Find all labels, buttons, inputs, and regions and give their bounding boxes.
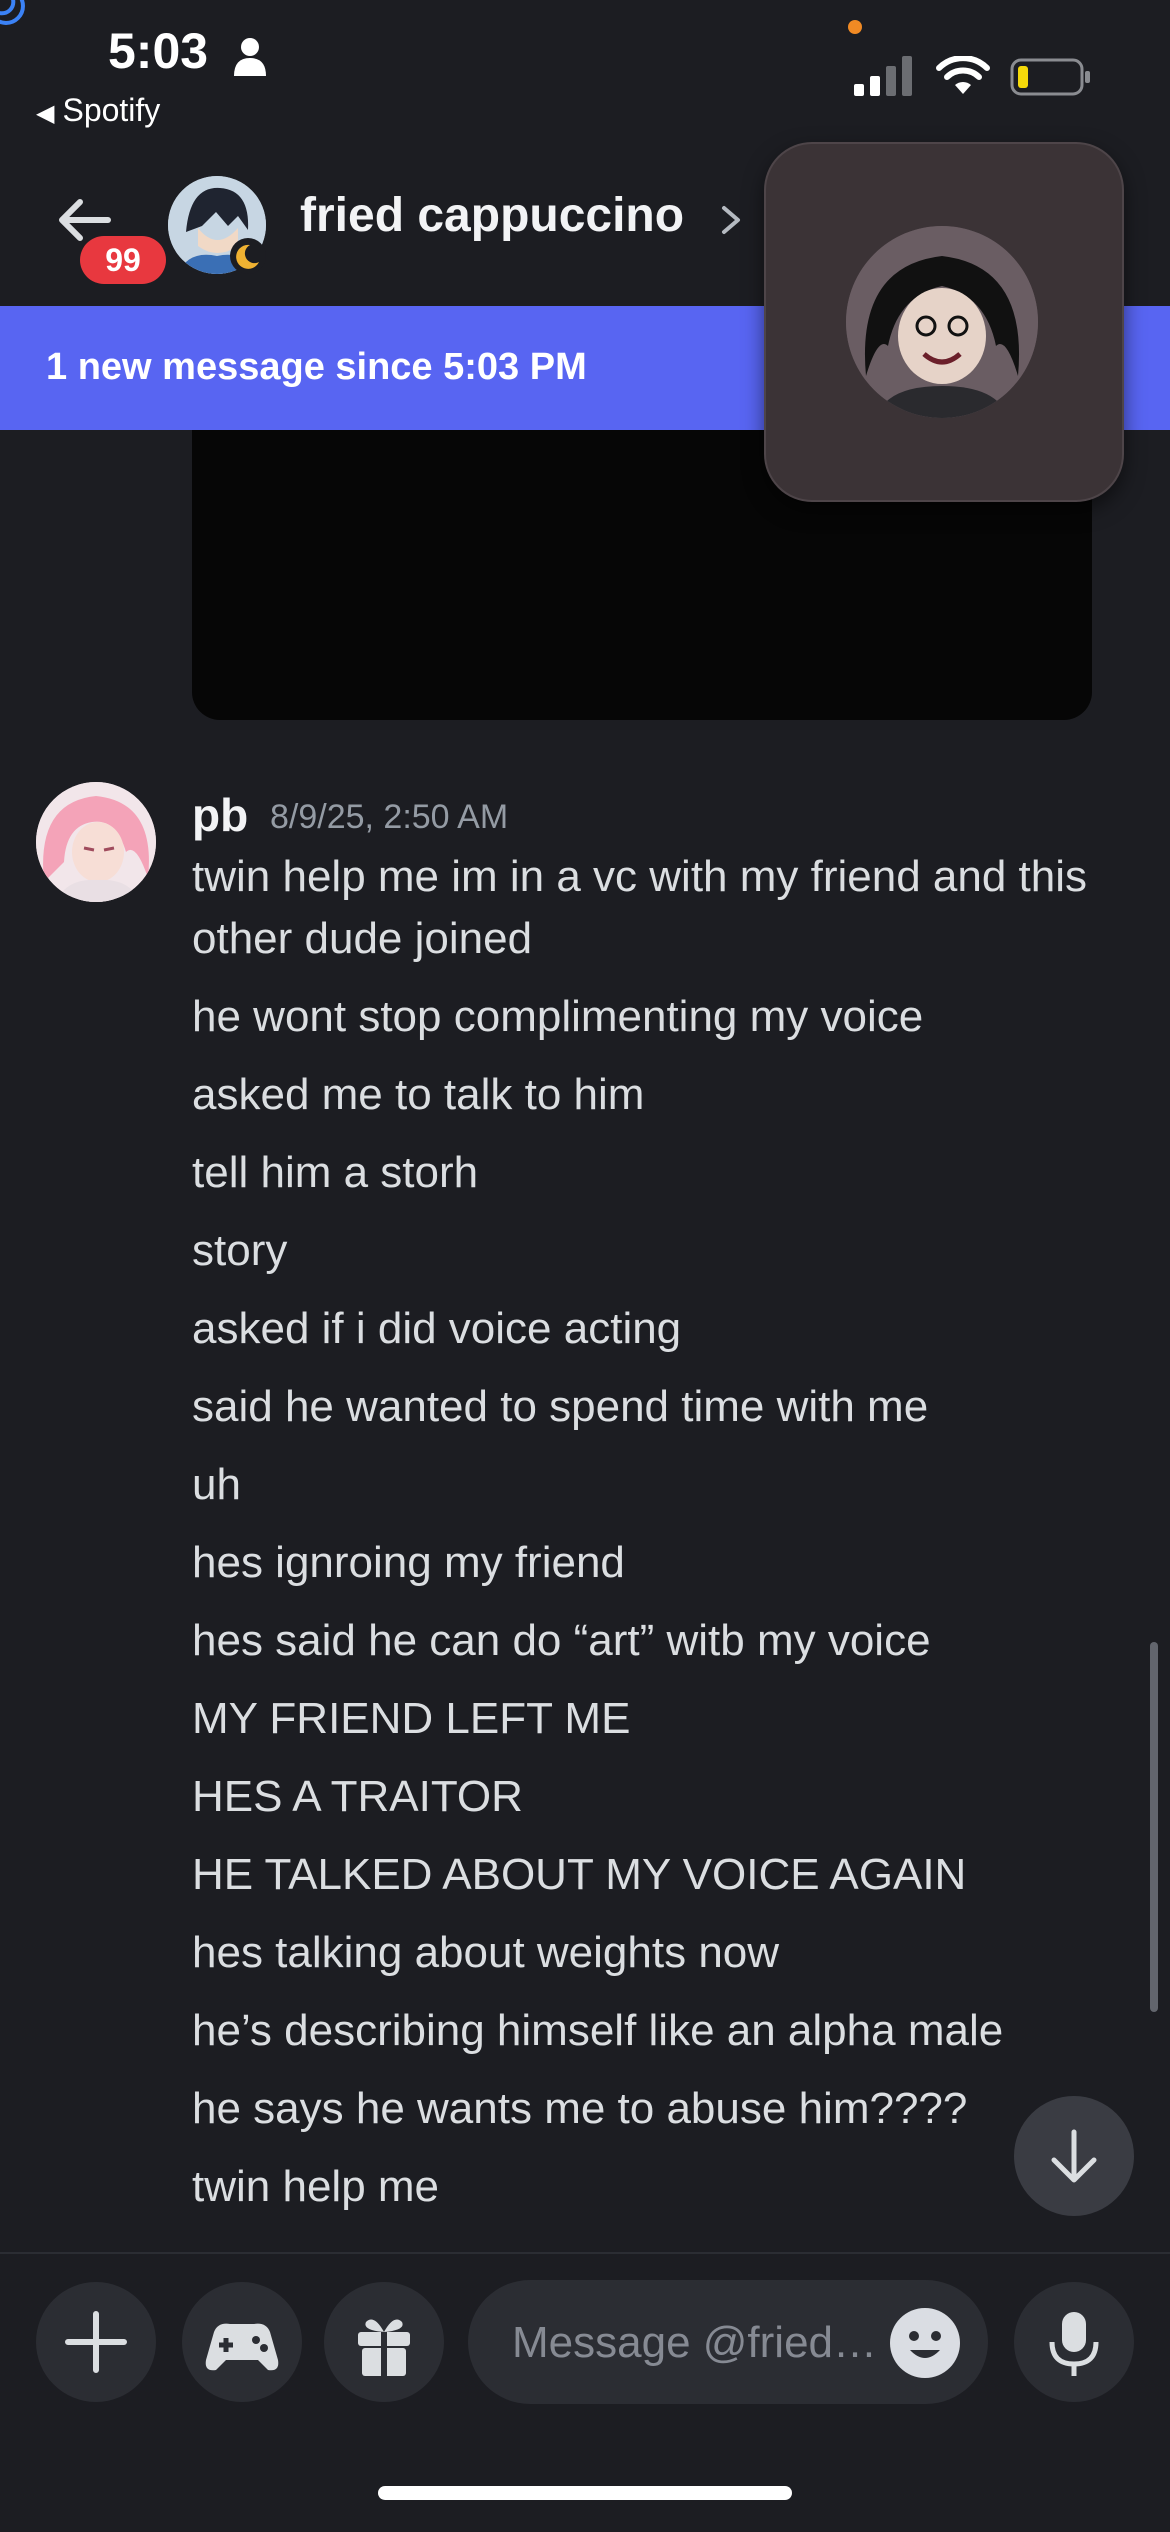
pip-avatar-illustration	[846, 226, 1038, 418]
plus-icon	[65, 2311, 127, 2373]
message-line: he says he wants me to abuse him????	[192, 2084, 968, 2133]
author-avatar[interactable]	[36, 782, 156, 902]
message-line: twin help me	[192, 2162, 440, 2211]
emoji-button[interactable]	[890, 2308, 960, 2378]
emoji-icon	[909, 2331, 941, 2358]
status-time: 5:03	[108, 23, 209, 79]
message-line: hes said he can do “art” witb my voice	[192, 1616, 931, 1665]
gift-icon	[358, 2319, 410, 2376]
chevron-right-icon[interactable]	[716, 200, 746, 240]
scrollbar[interactable]	[1150, 1642, 1158, 2012]
back-triangle-icon: ◀	[36, 100, 55, 127]
audio-wave-icon	[0, 0, 25, 25]
arrow-down-icon	[1051, 2129, 1097, 2183]
message-line: tell him a storh	[192, 1148, 479, 1197]
add-attachment-button[interactable]	[36, 2282, 156, 2402]
gamepad-icon	[205, 2323, 279, 2371]
message-line: he wont stop complimenting my voice	[192, 992, 924, 1041]
message-line: hes ignroing my friend	[192, 1538, 625, 1587]
signal-icon	[854, 56, 912, 96]
person-icon	[234, 38, 266, 76]
composer-divider	[0, 2252, 1170, 2254]
gift-button[interactable]	[324, 2282, 444, 2402]
unread-badge: 99	[80, 236, 166, 284]
activities-button[interactable]	[182, 2282, 302, 2402]
message-input-placeholder: Message @fried…	[512, 2318, 878, 2367]
message-line: uh	[192, 1460, 241, 1509]
new-messages-text: 1 new message since 5:03 PM	[46, 346, 587, 388]
voice-message-button[interactable]	[1014, 2282, 1134, 2402]
message-line: HE TALKED ABOUT MY VOICE AGAIN	[192, 1850, 967, 1899]
message-line: hes talking about weights now	[192, 1928, 780, 1977]
home-indicator[interactable]	[378, 2486, 792, 2500]
moon-icon	[230, 238, 266, 274]
battery-icon	[1010, 58, 1090, 96]
message-line: twin help me im in a vc with my friend a…	[192, 852, 1088, 901]
message-line: MY FRIEND LEFT ME	[192, 1694, 631, 1743]
privacy-indicator-dot	[848, 20, 862, 34]
picture-in-picture-window[interactable]	[764, 142, 1124, 502]
channel-title[interactable]: fried cappuccino	[300, 188, 684, 243]
author-avatar-illustration	[36, 782, 156, 902]
microphone-icon	[1049, 2312, 1099, 2376]
jump-to-bottom-button[interactable]	[1014, 2096, 1134, 2216]
message-line: said he wanted to spend time with me	[192, 1382, 929, 1431]
wifi-icon	[936, 56, 990, 94]
pip-avatar	[846, 226, 1038, 418]
message-line: he’s describing himself like an alpha ma…	[192, 2006, 1004, 2055]
message-line: asked me to talk to him	[192, 1070, 645, 1119]
message-line: other dude joined	[192, 914, 533, 963]
message-line: HES A TRAITOR	[192, 1772, 523, 1821]
message-line: asked if i did voice acting	[192, 1304, 682, 1353]
message-line: story	[192, 1226, 288, 1275]
message-timestamp: 8/9/25, 2:50 AM	[270, 798, 509, 836]
message-author[interactable]: pb	[192, 788, 248, 842]
back-to-app-link[interactable]: ◀ Spotify	[36, 92, 160, 129]
back-app-label: Spotify	[62, 92, 161, 128]
